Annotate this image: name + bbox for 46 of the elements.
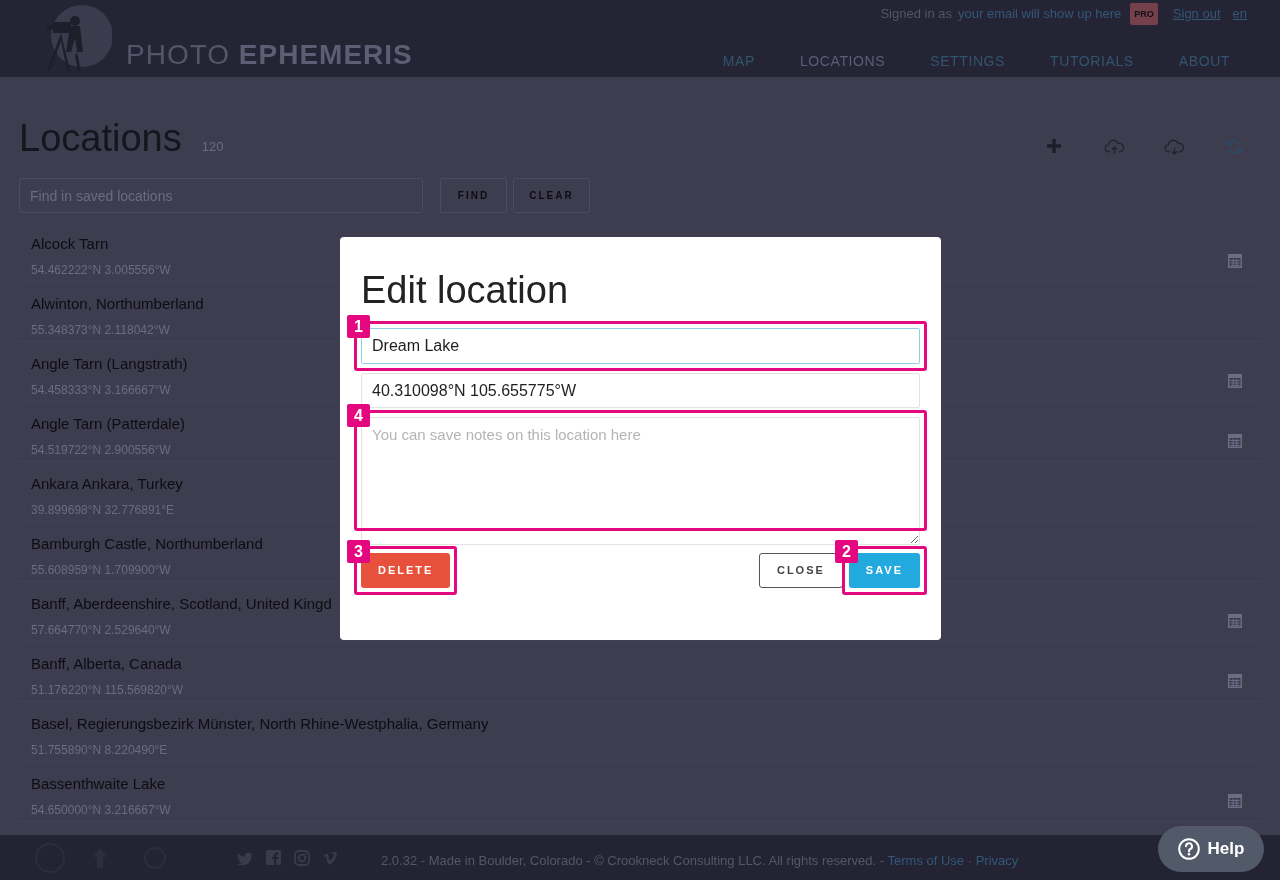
dialog-title: Edit location [361,268,569,313]
language-link[interactable]: en [1232,5,1247,23]
pro-badge: PRO [1130,3,1158,25]
bird-icon[interactable] [237,850,253,865]
f-square-icon[interactable] [266,850,281,865]
footer-link[interactable]: Terms of Use [887,852,965,868]
calendar-icon[interactable] [1228,434,1242,448]
add-icon[interactable] [1046,138,1062,154]
calendar-icon[interactable] [1228,374,1242,388]
annotation-number: 1 [347,315,370,338]
find-button[interactable]: FIND [440,178,507,213]
location-name[interactable]: Angle Tarn (Patterdale) [31,414,185,434]
calendar-icon[interactable] [1228,794,1242,808]
account-email-link[interactable]: your email will show up here [958,5,1122,23]
nav-link[interactable]: MAP [722,51,755,71]
location-name[interactable]: Bassenthwaite Lake [31,774,171,794]
location-name[interactable]: Banff, Aberdeenshire, Scotland, United Kingd [31,594,332,614]
camera-tripod-logo-icon[interactable] [44,4,112,72]
help-button[interactable]: Help [1158,826,1264,872]
calendar-icon[interactable] [1228,254,1242,268]
location-name[interactable]: Banff, Alberta, Canada [31,654,184,674]
clear-button[interactable]: CLEAR [513,178,590,213]
sign-out-link[interactable]: Sign out [1172,5,1221,23]
calendar-icon[interactable] [1228,614,1242,628]
location-name[interactable]: Ankara Ankara, Turkey [31,474,183,494]
camera-outline-icon[interactable] [294,849,310,866]
annotation-number: 2 [834,540,858,563]
location-name[interactable]: Alwinton, Northumberland [31,294,204,314]
coordinates-field[interactable]: 40.310098°N 105.655775°W [361,373,920,408]
help-icon [1177,838,1200,860]
annotation-number: 4 [347,404,370,427]
location-name[interactable]: Angle Tarn (Langstrath) [31,354,188,374]
cloud-upload-icon[interactable] [1103,137,1125,155]
location-name[interactable]: Basel, Regierungsbezirk Münster, North Rhine-Westphalia, Germany [31,714,489,734]
location-name[interactable]: Bamburgh Castle, Northumberland [31,534,263,554]
nav-link[interactable]: ABOUT [1178,51,1230,71]
location-name[interactable]: Alcock Tarn [31,234,171,254]
cloud-download-icon[interactable] [1163,137,1185,155]
close-button[interactable]: CLOSE [758,553,843,588]
calendar-icon[interactable] [1228,674,1242,688]
nav-link[interactable]: LOCATIONS [799,51,886,71]
footer-link[interactable]: Privacy [975,852,1019,868]
annotation-number: 3 [347,540,370,563]
nav-link[interactable]: TUTORIALS [1050,51,1134,71]
nav-link[interactable]: SETTINGS [930,51,1006,71]
v-icon[interactable] [323,850,338,865]
